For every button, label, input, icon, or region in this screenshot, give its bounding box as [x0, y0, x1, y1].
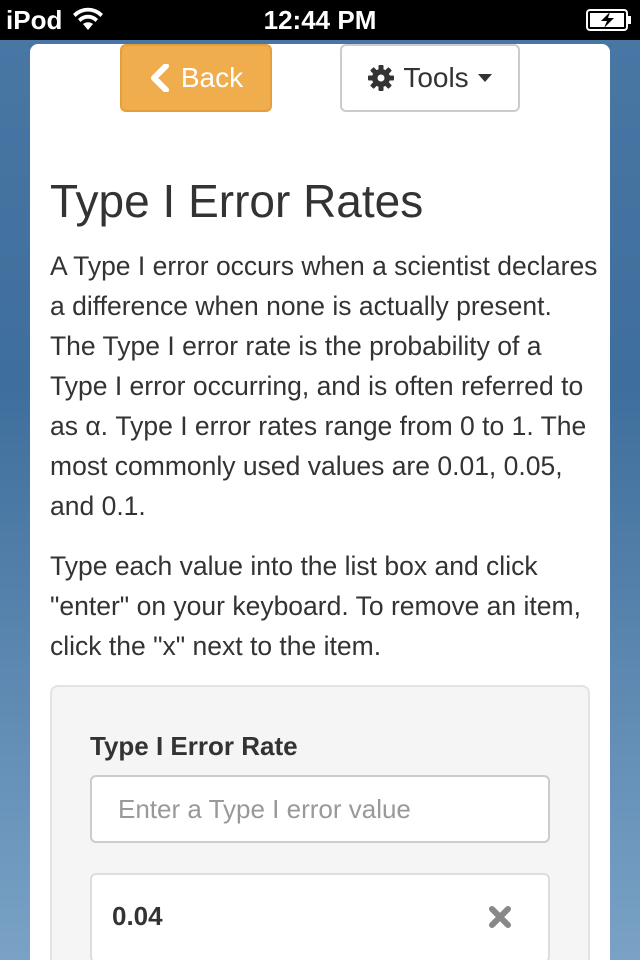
intro-paragraph: A Type I error occurs when a scientist d… [50, 251, 598, 521]
caret-down-icon [477, 74, 492, 82]
back-button-label: Back [180, 62, 244, 93]
list-item: 0.04 [90, 873, 550, 960]
close-icon[interactable] [488, 905, 512, 929]
back-button[interactable]: Back [120, 44, 272, 112]
error-rate-input[interactable]: Enter a Type I error value [90, 775, 550, 843]
gear-icon [368, 65, 395, 91]
battery-charging-icon [586, 9, 631, 31]
page-title: Type I Error Rates [50, 175, 424, 227]
tools-button-label: Tools [403, 62, 469, 93]
status-bar: iPod 12:44 PM [0, 0, 640, 40]
error-rate-label: Type I Error Rate [90, 731, 298, 761]
instructions-paragraph: Type each value into the list box and cl… [50, 551, 581, 661]
list-item-value: 0.04 [112, 901, 163, 931]
error-rate-form: Type I Error Rate Enter a Type I error v… [50, 685, 590, 960]
content-panel: Back Tools Type I Error Rates A Type I e… [30, 44, 610, 960]
chevron-left-icon [150, 64, 169, 92]
clock: 12:44 PM [263, 5, 377, 35]
tools-dropdown-button[interactable]: Tools [340, 44, 520, 112]
error-rate-input-placeholder: Enter a Type I error value [118, 793, 411, 824]
